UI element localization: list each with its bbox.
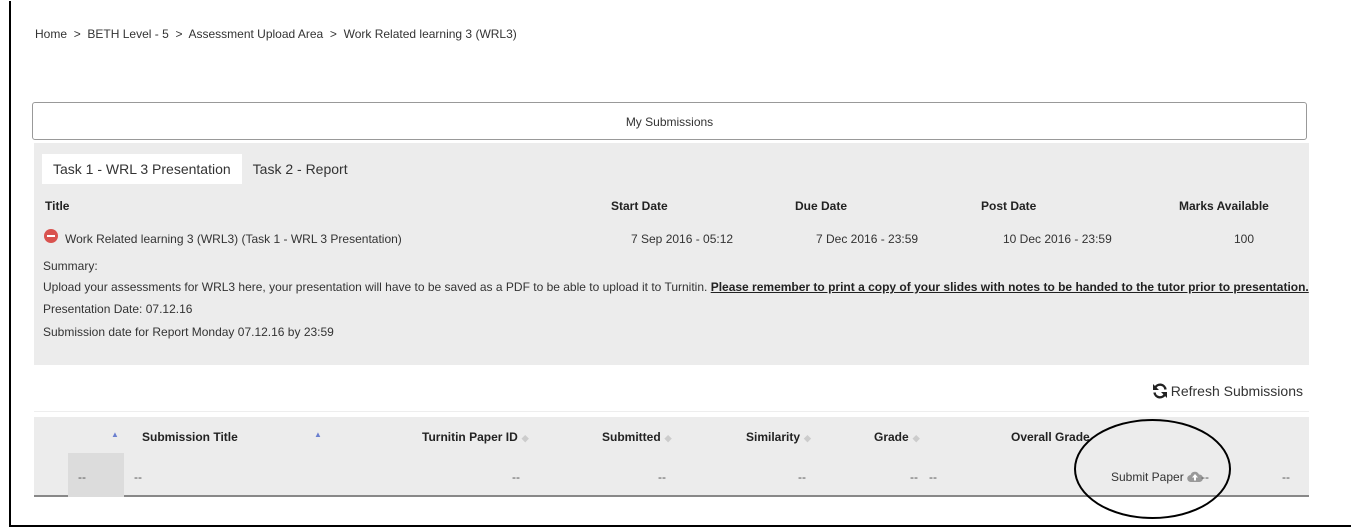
assignment-marks: 100 xyxy=(1234,232,1255,246)
header-marks-available: Marks Available xyxy=(1179,199,1269,213)
header-title: Title xyxy=(45,199,70,213)
presentation-date: Presentation Date: 07.12.16 xyxy=(43,302,193,316)
assignment-post-date: 10 Dec 2016 - 23:59 xyxy=(1003,232,1112,246)
my-submissions-header: My Submissions xyxy=(32,102,1307,140)
header-post-date: Post Date xyxy=(981,199,1037,213)
sort-icon: ◆ xyxy=(912,433,920,443)
row-cell-title: -- xyxy=(134,470,142,484)
breadcrumb-separator: > xyxy=(326,27,341,41)
row-cell-grade-2: -- xyxy=(929,470,937,484)
row-cell-paper-id: -- xyxy=(512,470,520,484)
row-cell-grade: -- xyxy=(910,470,918,484)
col-submission-title[interactable]: Submission Title xyxy=(142,430,238,444)
breadcrumb-separator: > xyxy=(70,27,85,41)
not-submitted-icon xyxy=(44,229,58,243)
refresh-submissions-button[interactable]: Refresh Submissions xyxy=(1152,383,1303,399)
col-submitted[interactable]: Submitted ◆ xyxy=(602,430,672,444)
summary-text: Upload your assessments for WRL3 here, y… xyxy=(43,280,711,294)
assignment-title: Work Related learning 3 (WRL3) (Task 1 -… xyxy=(65,232,402,246)
col-grade[interactable]: Grade ◆ xyxy=(874,430,920,444)
row-checkbox-cell xyxy=(68,453,124,497)
header-start-date: Start Date xyxy=(611,199,668,213)
highlight-circle-annotation xyxy=(1074,419,1231,519)
breadcrumb: Home > BETH Level - 5 > Assessment Uploa… xyxy=(35,27,517,41)
summary-instructions: Upload your assessments for WRL3 here, y… xyxy=(43,280,1309,294)
tab-task-1[interactable]: Task 1 - WRL 3 Presentation xyxy=(42,154,242,184)
col-similarity[interactable]: Similarity ◆ xyxy=(746,430,811,444)
sort-asc-icon[interactable]: ▲ xyxy=(314,430,322,439)
breadcrumb-home[interactable]: Home xyxy=(35,27,67,41)
breadcrumb-separator: > xyxy=(172,27,186,41)
refresh-bar: Refresh Submissions xyxy=(34,366,1309,412)
sort-asc-icon[interactable]: ▲ xyxy=(111,430,119,439)
summary-label: Summary: xyxy=(43,259,98,273)
tab-bar: Task 1 - WRL 3 Presentation Task 2 - Rep… xyxy=(42,154,359,184)
col-overall-grade: Overall Grade xyxy=(1011,430,1090,444)
row-cell-index: -- xyxy=(78,470,86,484)
assignment-start-date: 7 Sep 2016 - 05:12 xyxy=(631,232,734,246)
summary-important-note: Please remember to print a copy of your … xyxy=(710,280,1309,294)
assignment-panel: Task 1 - WRL 3 Presentation Task 2 - Rep… xyxy=(34,143,1309,365)
tab-task-2[interactable]: Task 2 - Report xyxy=(241,154,359,184)
col-turnitin-paper-id-label: Turnitin Paper ID xyxy=(422,430,518,444)
breadcrumb-level[interactable]: BETH Level - 5 xyxy=(87,27,168,41)
sort-icon: ◆ xyxy=(804,433,811,443)
sort-icon: ◆ xyxy=(521,433,529,443)
col-turnitin-paper-id[interactable]: Turnitin Paper ID ◆ xyxy=(422,430,529,444)
col-grade-label: Grade xyxy=(874,430,909,444)
row-cell-last: -- xyxy=(1282,470,1290,484)
col-similarity-label: Similarity xyxy=(746,430,801,444)
row-cell-similarity: -- xyxy=(798,470,806,484)
breadcrumb-current: Work Related learning 3 (WRL3) xyxy=(343,27,517,41)
row-cell-submitted: -- xyxy=(658,470,666,484)
refresh-label: Refresh Submissions xyxy=(1170,383,1303,399)
assignment-due-date: 7 Dec 2016 - 23:59 xyxy=(816,232,919,246)
breadcrumb-upload-area[interactable]: Assessment Upload Area xyxy=(188,27,323,41)
col-submitted-label: Submitted xyxy=(602,430,661,444)
header-due-date: Due Date xyxy=(795,199,848,213)
refresh-icon xyxy=(1152,383,1167,399)
sort-icon: ◆ xyxy=(664,433,672,443)
report-submission-date: Submission date for Report Monday 07.12.… xyxy=(43,325,334,339)
